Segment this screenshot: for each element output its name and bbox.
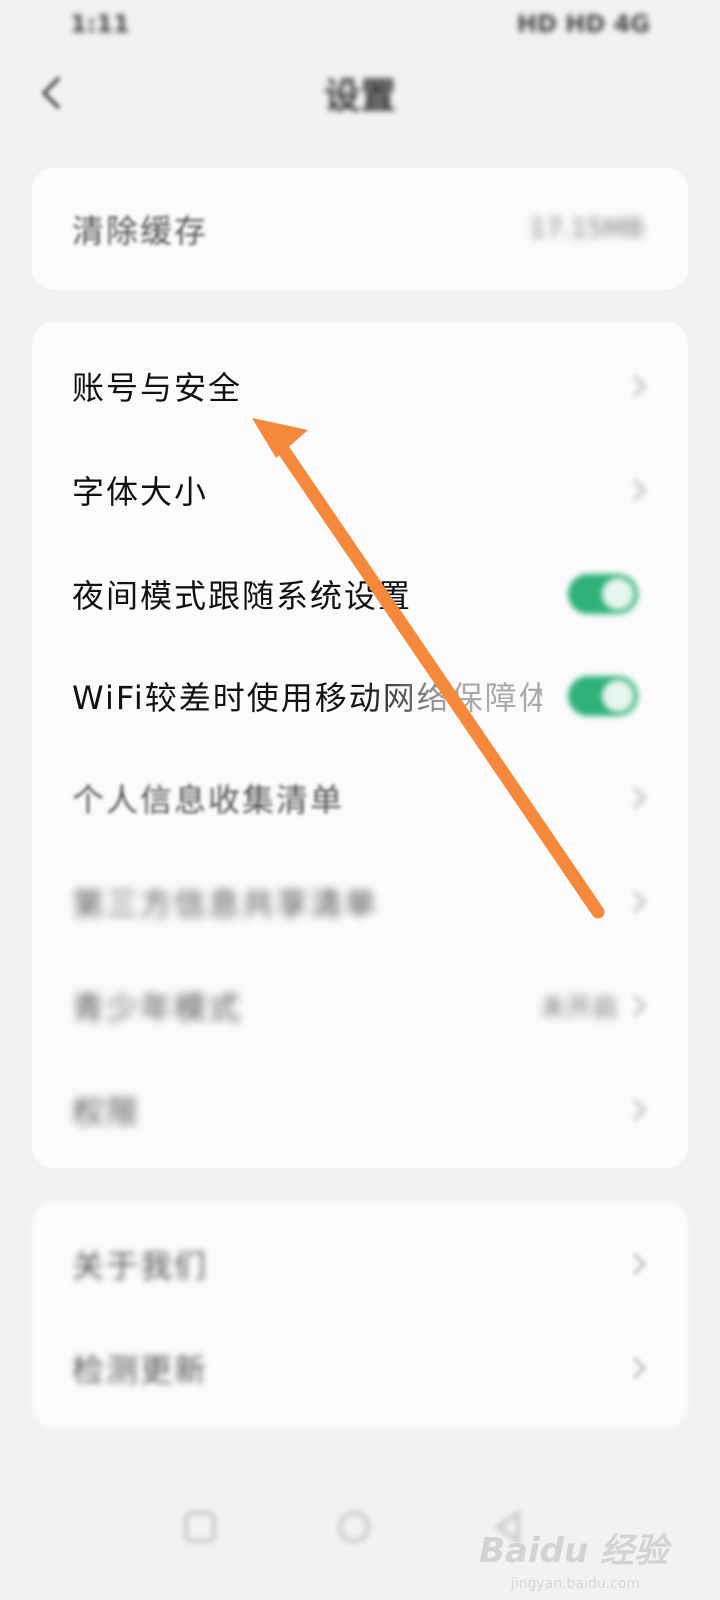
settings-row-wifi-mobile[interactable]: WiFi较差时使用移动网络保障体验 [32, 644, 688, 748]
header: 设置 [0, 55, 720, 135]
settings-card: 账号与安全 字体大小 夜间模式跟随系统设置 WiFi较差时使用移动网络保障体验 … [32, 322, 688, 1168]
settings-row-label: 夜间模式跟随系统设置 [72, 577, 413, 615]
teen-mode-status: 未开启 [539, 993, 618, 1024]
about-card: 关于我们 检测更新 [32, 1202, 688, 1428]
baidu-watermark: Baidu 经验 [479, 1531, 668, 1571]
settings-row-label: 青少年模式 [72, 989, 243, 1027]
settings-row-label: WiFi较差时使用移动网络保障体验 [72, 679, 542, 717]
settings-row-check-update[interactable]: 检测更新 [32, 1316, 688, 1420]
cache-card: 清除缓存 17.15MB [32, 168, 688, 290]
settings-row-label: 第三方信息共享清单 [72, 885, 379, 923]
chevron-right-icon [632, 374, 647, 398]
settings-row-personal-info-list[interactable]: 个人信息收集清单 [32, 746, 688, 850]
chevron-right-icon [632, 786, 647, 810]
status-time: 1:11 [70, 10, 130, 38]
settings-row-label: 权限 [72, 1093, 141, 1131]
page-title: 设置 [323, 76, 396, 117]
clear-cache-label: 清除缓存 [72, 212, 209, 250]
wifi-mobile-toggle[interactable] [568, 676, 638, 716]
chevron-right-icon [632, 1252, 647, 1276]
cache-size-value: 17.15MB [529, 214, 644, 244]
settings-row-label: 字体大小 [72, 473, 209, 511]
night-mode-toggle[interactable] [568, 574, 638, 614]
chevron-right-icon [632, 890, 647, 914]
menu-nav-icon[interactable] [180, 1507, 220, 1547]
settings-row-label: 账号与安全 [72, 369, 243, 407]
status-indicators: HD HD 4G [516, 10, 650, 38]
settings-row-label: 关于我们 [72, 1247, 209, 1285]
settings-row-account-security[interactable]: 账号与安全 [32, 334, 688, 438]
clear-cache-row[interactable]: 清除缓存 17.15MB [32, 177, 688, 281]
chevron-right-icon [632, 478, 647, 502]
status-bar: 1:11 HD HD 4G [0, 0, 720, 50]
settings-row-font-size[interactable]: 字体大小 [32, 438, 688, 542]
settings-row-permissions[interactable]: 权限 [32, 1058, 688, 1162]
home-nav-icon[interactable] [334, 1507, 374, 1547]
settings-row-label: 个人信息收集清单 [72, 781, 345, 819]
settings-row-teen-mode[interactable]: 青少年模式 未开启 [32, 954, 688, 1058]
settings-row-night-mode[interactable]: 夜间模式跟随系统设置 [32, 542, 688, 646]
settings-row-third-party-list[interactable]: 第三方信息共享清单 [32, 850, 688, 954]
settings-row-about-us[interactable]: 关于我们 [32, 1212, 688, 1316]
baidu-watermark-url: jingyan.baidu.com [510, 1576, 640, 1592]
chevron-right-icon [632, 1356, 647, 1380]
chevron-right-icon [632, 994, 647, 1018]
chevron-right-icon [632, 1098, 647, 1122]
settings-row-label: 检测更新 [72, 1351, 209, 1389]
